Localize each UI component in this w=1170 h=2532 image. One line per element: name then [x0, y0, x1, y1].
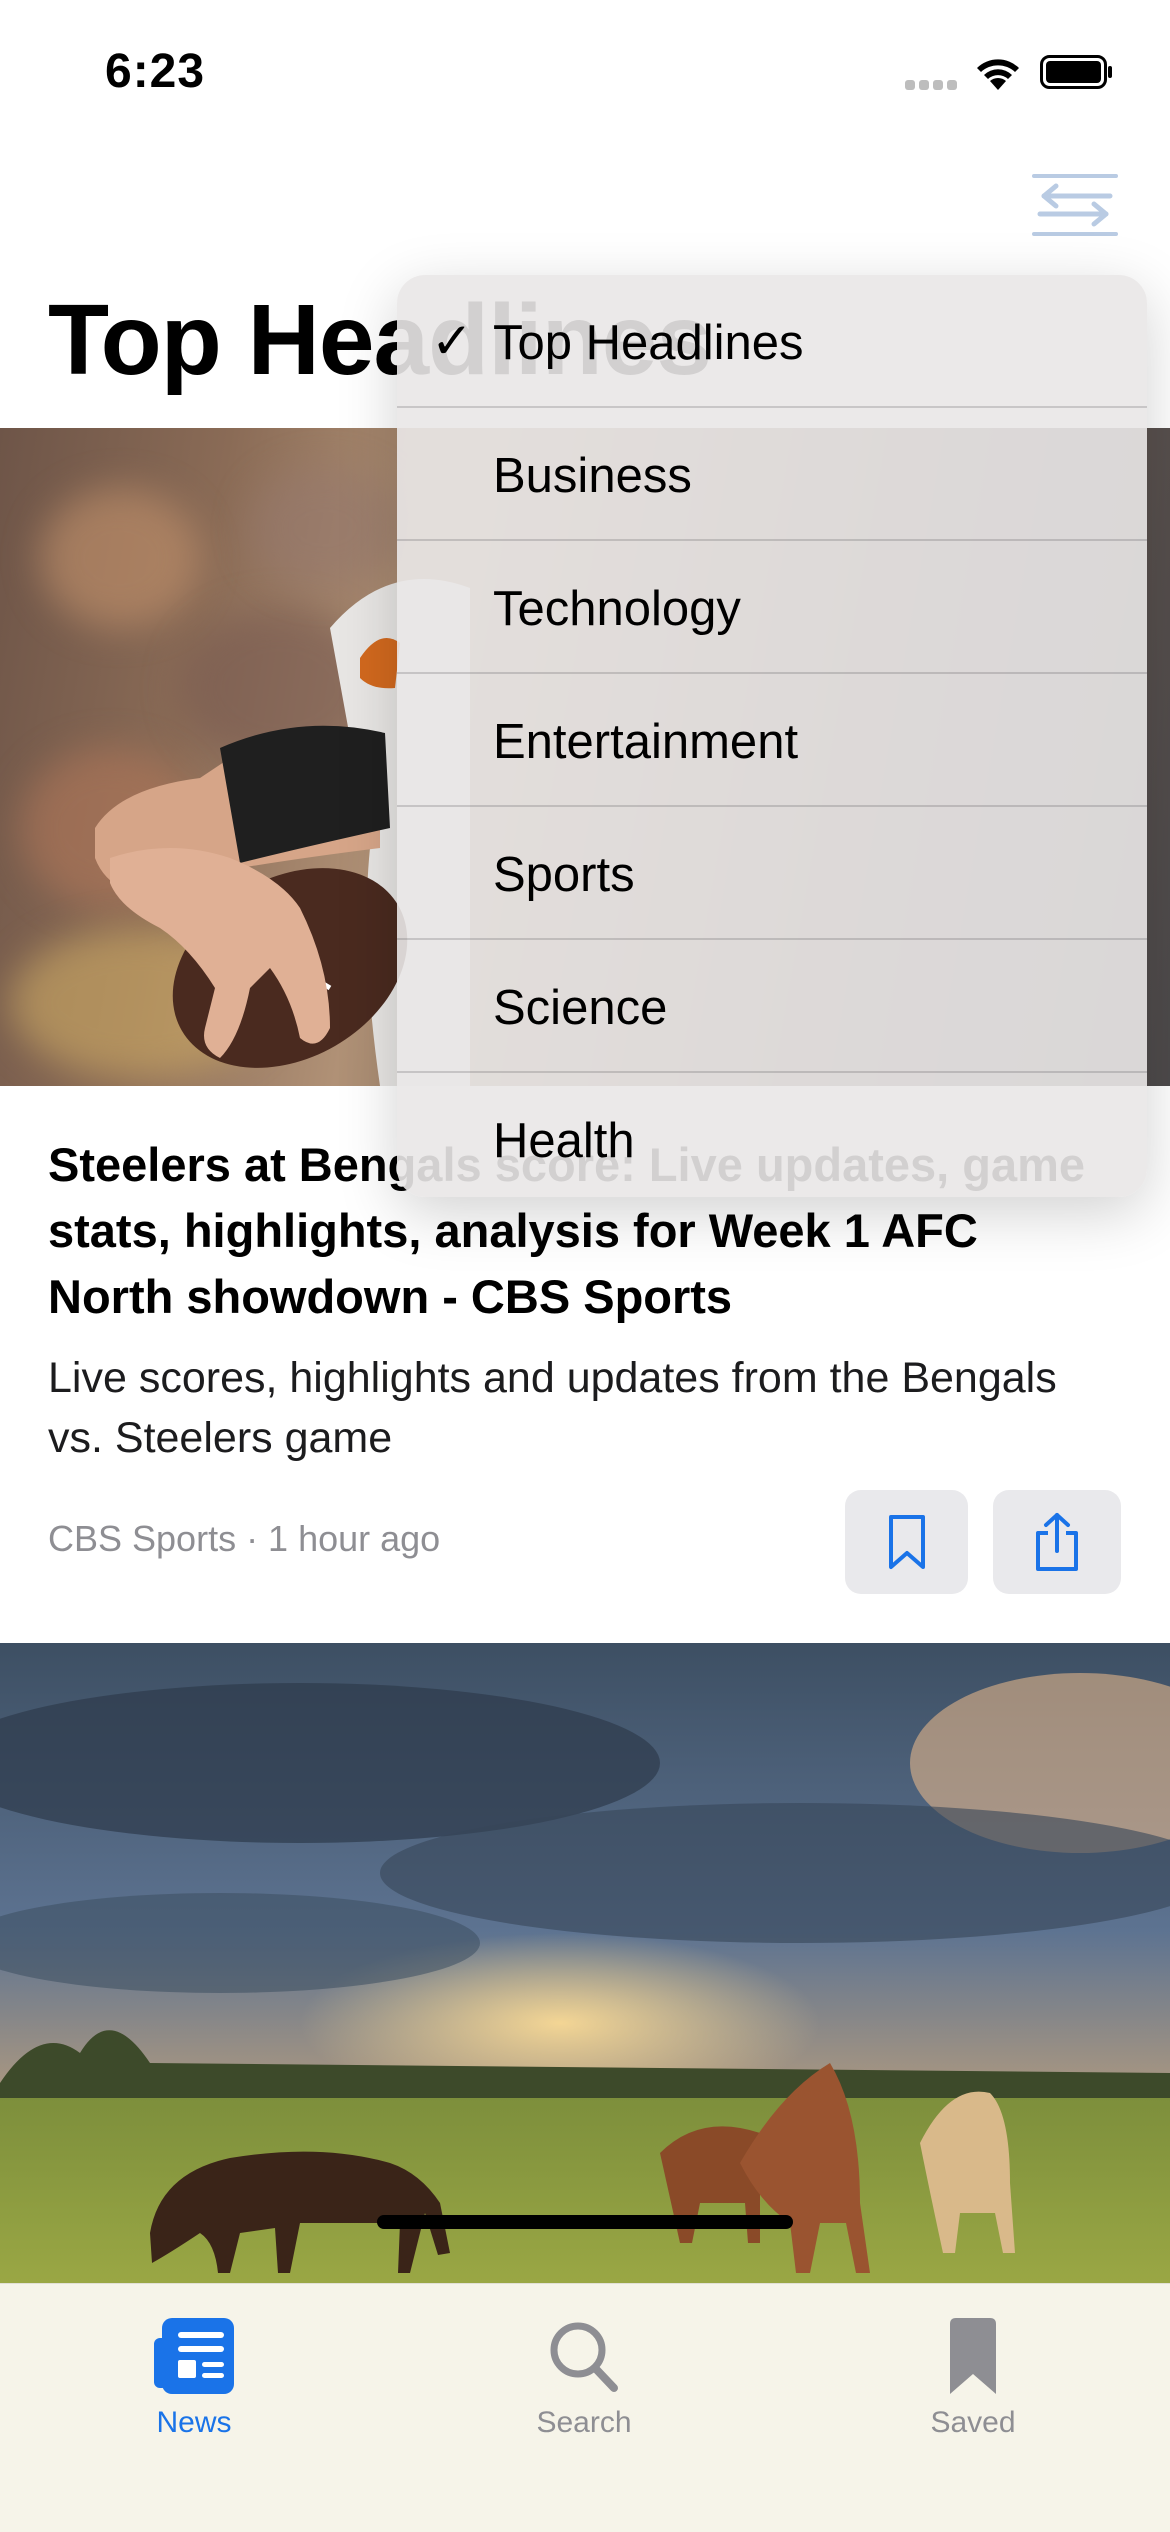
- tab-search-label: Search: [536, 2406, 632, 2439]
- checkmark-icon: ✓: [431, 313, 473, 369]
- share-icon: [1036, 1513, 1078, 1571]
- menu-item-sports[interactable]: Sports: [397, 807, 1147, 940]
- cellular-signal-icon: [905, 80, 957, 90]
- bookmark-icon: [888, 1515, 925, 1569]
- home-indicator: [377, 2215, 793, 2229]
- share-button[interactable]: [993, 1490, 1121, 1594]
- bookmark-icon: [950, 2318, 996, 2394]
- bookmark-button[interactable]: [845, 1490, 968, 1594]
- menu-item-label: Health: [493, 1114, 635, 1168]
- category-filter-button[interactable]: [1030, 170, 1120, 240]
- menu-item-technology[interactable]: Technology: [397, 541, 1147, 674]
- tab-news-label: News: [156, 2406, 232, 2439]
- menu-item-top-headlines[interactable]: ✓ Top Headlines: [397, 275, 1147, 408]
- menu-item-business[interactable]: Business: [397, 408, 1147, 541]
- battery-icon: [1040, 55, 1112, 89]
- status-bar: 6:23: [0, 0, 1170, 150]
- menu-item-entertainment[interactable]: Entertainment: [397, 674, 1147, 807]
- magnifier-icon: [550, 2322, 618, 2392]
- status-time: 6:23: [105, 45, 206, 98]
- menu-item-science[interactable]: Science: [397, 940, 1147, 1073]
- tab-news[interactable]: News: [94, 2304, 294, 2440]
- menu-item-label: Sports: [493, 848, 635, 902]
- article-source-time: CBS Sports · 1 hour ago: [48, 1518, 441, 1559]
- article-summary: Live scores, highlights and updates from…: [48, 1354, 1057, 1462]
- menu-item-label: Entertainment: [493, 715, 799, 769]
- app-screen: 6:23 Top Headlines Steelers at Bengals s…: [0, 0, 1170, 2532]
- menu-item-label: Business: [493, 449, 692, 503]
- tab-search[interactable]: Search: [484, 2304, 684, 2440]
- menu-item-health[interactable]: Health: [397, 1073, 1147, 1197]
- newspaper-icon: [154, 2318, 234, 2394]
- arrow-swap-icon: [1032, 174, 1118, 236]
- menu-item-label: Top Headlines: [493, 316, 804, 370]
- wifi-icon: [977, 59, 1019, 90]
- horses-grazing-photo[interactable]: [0, 1643, 1170, 2283]
- category-dropdown-menu: ✓ Top Headlines Business Technology Ente…: [397, 275, 1147, 1197]
- menu-item-label: Science: [493, 981, 668, 1035]
- tab-saved[interactable]: Saved: [873, 2304, 1073, 2440]
- tab-bar: News Search Saved: [0, 2283, 1170, 2532]
- tab-saved-label: Saved: [930, 2406, 1016, 2439]
- menu-item-label: Technology: [493, 582, 741, 636]
